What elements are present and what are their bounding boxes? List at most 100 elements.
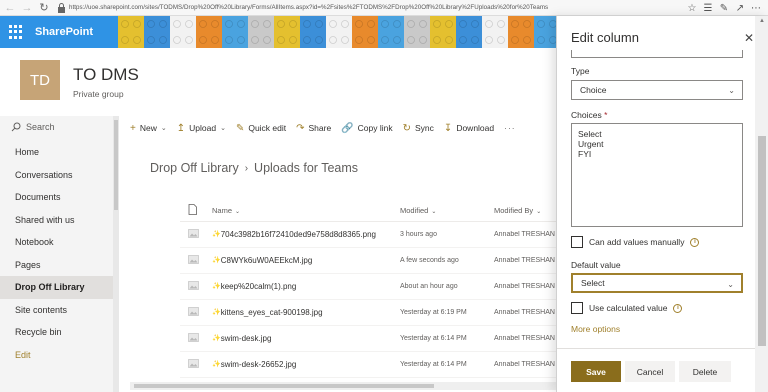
type-dropdown[interactable]: Choice ⌄ <box>571 80 743 100</box>
modified-column-header[interactable]: Modified ⌄ <box>400 206 494 215</box>
pen-icon[interactable]: ✎ <box>716 1 732 15</box>
quick-edit-label: Quick edit <box>248 123 287 133</box>
file-name[interactable]: ✨kittens_eyes_cat-900198.jpg <box>212 308 400 317</box>
scroll-up-icon[interactable]: ▲ <box>759 18 765 24</box>
browser-toolbar: ← → ↻ https://uoe.sharepoint.com/sites/T… <box>0 0 768 16</box>
table-row[interactable]: ✨kittens_eyes_cat-900198.jpg Yesterday at… <box>180 300 560 326</box>
nav-item-pages[interactable]: Pages <box>0 254 119 277</box>
default-value-dropdown[interactable]: Select ⌄ <box>571 273 743 293</box>
file-type-header-icon[interactable] <box>180 204 212 217</box>
suite-title[interactable]: SharePoint <box>35 26 93 38</box>
nav-item-drop-off-library[interactable]: Drop Off Library <box>0 276 119 299</box>
nav-item-recycle-bin[interactable]: Recycle bin <box>0 321 119 344</box>
nav-scrollbar[interactable] <box>113 116 119 392</box>
table-header: Name ⌄ Modified ⌄ Modified By ⌄ <box>180 200 560 222</box>
image-file-icon <box>180 281 212 292</box>
share-label: Share <box>308 123 332 133</box>
link-icon: 🔗 <box>341 122 354 134</box>
modified-date: Yesterday at 6:19 PM <box>400 309 467 316</box>
table-row[interactable]: ✨swim-desk-26652.jpg Yesterday at 6:14 PM… <box>180 352 560 378</box>
manual-values-checkbox[interactable] <box>571 236 583 248</box>
file-name[interactable]: ✨keep%20calm(1).png <box>212 282 400 291</box>
table-row[interactable]: ✨keep%20calm(1).png About an hour ago Anna… <box>180 274 560 300</box>
modified-date: A few seconds ago <box>400 257 459 264</box>
new-item-icon: ✨ <box>212 231 221 238</box>
address-bar[interactable]: https://uoe.sharepoint.com/sites/TODMS/D… <box>57 1 617 14</box>
copy-link-label: Copy link <box>357 123 393 133</box>
choices-textarea[interactable]: Select Urgent FYI <box>571 123 743 227</box>
panel-footer: Save Cancel Delete <box>557 348 755 392</box>
site-subtitle: Private group <box>73 89 124 99</box>
pencil-icon: ✎ <box>235 122 245 134</box>
share-icon[interactable]: ↗ <box>732 1 748 15</box>
info-icon[interactable]: i <box>673 303 683 313</box>
description-field[interactable] <box>571 50 743 58</box>
info-icon[interactable]: i <box>690 237 700 247</box>
default-value-label: Default value <box>571 260 621 270</box>
forward-icon[interactable]: → <box>20 1 34 15</box>
nav-item-documents[interactable]: Documents <box>0 186 119 209</box>
search-box[interactable]: Search <box>0 116 119 138</box>
nav-item-shared-with-us[interactable]: Shared with us <box>0 209 119 232</box>
breadcrumb-parent[interactable]: Drop Off Library <box>150 161 239 175</box>
calculated-value-checkbox[interactable] <box>571 302 583 314</box>
upload-icon: ↥ <box>176 122 186 134</box>
calculated-value-label: Use calculated value <box>589 303 668 313</box>
more-options-link[interactable]: More options <box>571 324 620 334</box>
site-logo[interactable]: TD <box>20 60 60 100</box>
manual-values-label: Can add values manually <box>589 237 685 247</box>
modified-by-column-header[interactable]: Modified By ⌄ <box>494 206 560 215</box>
app-launcher-icon[interactable] <box>9 25 23 39</box>
close-icon[interactable]: ✕ <box>744 31 754 45</box>
modified-date: Yesterday at 6:14 PM <box>400 361 467 368</box>
modified-by: Annabel TRESHAN <box>494 231 555 238</box>
site-title[interactable]: TO DMS <box>73 65 139 85</box>
file-name[interactable]: ✨C8WYk6uW0AEEkcM.jpg <box>212 256 400 265</box>
new-item-icon: ✨ <box>212 283 221 290</box>
sync-button[interactable]: ↻ Sync <box>403 123 434 134</box>
refresh-icon[interactable]: ↻ <box>37 1 51 15</box>
left-navigation: Search Home Conversations Documents Shar… <box>0 116 119 392</box>
file-name[interactable]: ✨swim-desk.jpg <box>212 334 400 343</box>
choice-line: Select <box>578 129 602 139</box>
sharepoint-window: ← → ↻ https://uoe.sharepoint.com/sites/T… <box>0 0 768 392</box>
delete-button[interactable]: Delete <box>679 361 731 382</box>
panel-scrollbar[interactable]: ▲ <box>755 16 768 392</box>
file-name[interactable]: ✨swim-desk-26652.jpg <box>212 360 400 369</box>
save-button[interactable]: Save <box>571 361 621 382</box>
chevron-down-icon: ⌄ <box>727 280 734 289</box>
table-row[interactable]: ✨swim-desk.jpg Yesterday at 6:14 PM Annabe… <box>180 326 560 352</box>
more-icon[interactable]: ⋯ <box>748 1 764 15</box>
quick-edit-button[interactable]: ✎ Quick edit <box>236 123 286 134</box>
upload-button[interactable]: ↥ Upload ⌄ <box>177 123 226 134</box>
lock-icon <box>58 2 65 13</box>
name-column-header[interactable]: Name ⌄ <box>212 206 400 215</box>
breadcrumb-current: Uploads for Teams <box>254 161 359 175</box>
star-icon[interactable]: ☆ <box>684 1 700 15</box>
manual-values-option: Can add values manually i <box>571 236 700 248</box>
file-name[interactable]: ✨704c3982b16f72410ded9e758d8d8365.png <box>212 230 400 239</box>
nav-item-notebook[interactable]: Notebook <box>0 231 119 254</box>
modified-by: Annabel TRESHAN <box>494 257 555 264</box>
more-commands-button[interactable]: ··· <box>504 123 516 133</box>
hub-icon[interactable]: ☰ <box>700 1 716 15</box>
share-button[interactable]: ↷ Share <box>296 123 331 134</box>
cancel-button[interactable]: Cancel <box>625 361 675 382</box>
search-icon <box>11 122 21 132</box>
command-bar: + New ⌄ ↥ Upload ⌄ ✎ Quick edit ↷ Share … <box>130 116 560 140</box>
copy-link-button[interactable]: 🔗 Copy link <box>341 123 392 134</box>
modified-by: Annabel TRESHAN <box>494 283 555 290</box>
table-row[interactable]: ✨C8WYk6uW0AEEkcM.jpg A few seconds ago Ann… <box>180 248 560 274</box>
download-button[interactable]: ↧ Download <box>444 123 494 134</box>
nav-item-conversations[interactable]: Conversations <box>0 164 119 187</box>
back-icon[interactable]: ← <box>3 1 17 15</box>
image-file-icon <box>180 229 212 240</box>
nav-item-site-contents[interactable]: Site contents <box>0 299 119 322</box>
table-row[interactable]: ✨704c3982b16f72410ded9e758d8d8365.png 3 h… <box>180 222 560 248</box>
modified-date: 3 hours ago <box>400 231 437 238</box>
nav-edit-link[interactable]: Edit <box>0 344 119 367</box>
default-value-text: Select <box>581 278 605 288</box>
nav-item-home[interactable]: Home <box>0 141 119 164</box>
new-button[interactable]: + New ⌄ <box>130 123 167 134</box>
horizontal-scrollbar[interactable] <box>130 382 556 390</box>
